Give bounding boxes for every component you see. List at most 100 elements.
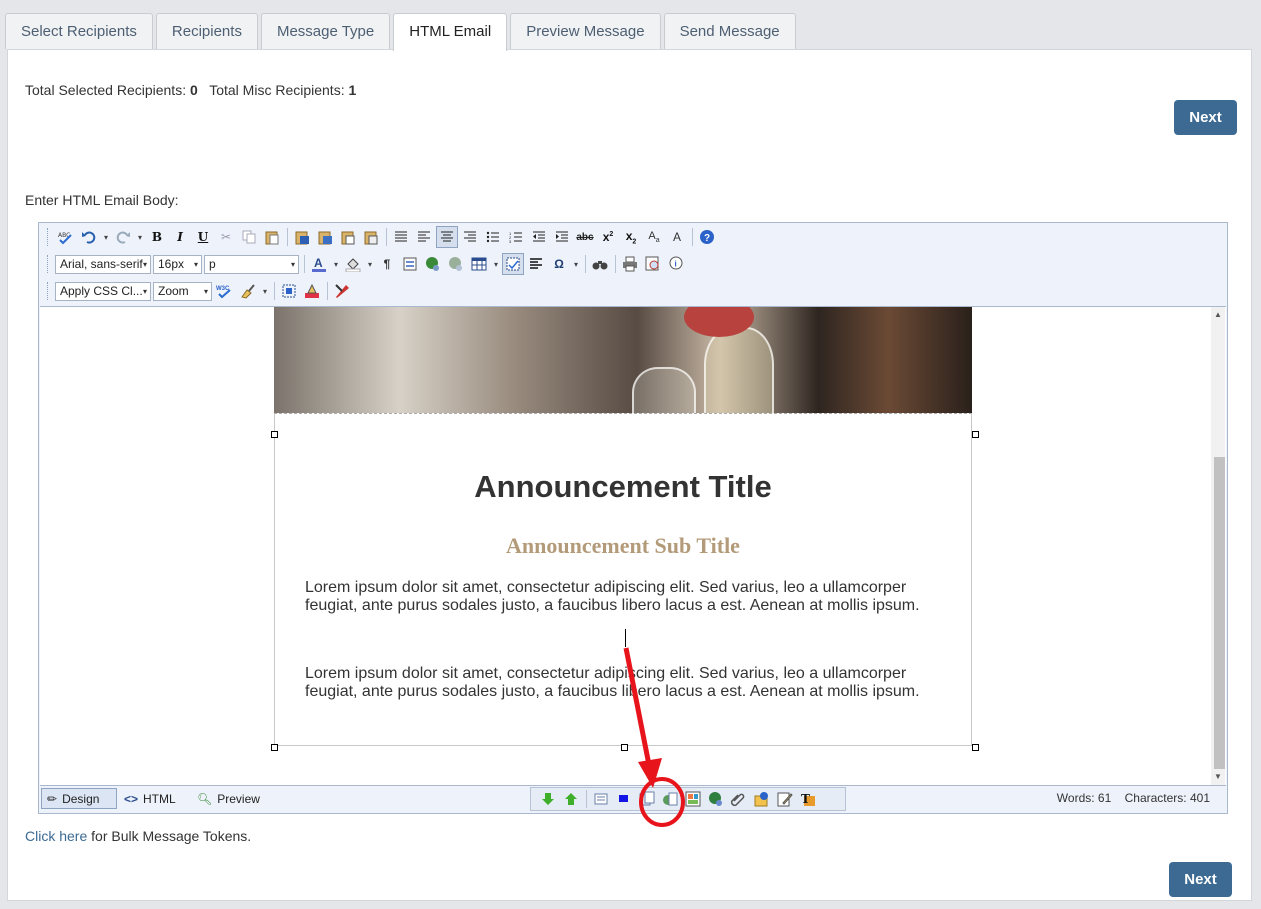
highlight-dropdown-icon[interactable]: ▾ xyxy=(365,253,375,275)
highlight-color-icon[interactable] xyxy=(342,253,364,275)
web-link-icon[interactable] xyxy=(705,788,727,810)
font-color-icon[interactable]: A xyxy=(308,253,330,275)
preview-mode-button[interactable]: 🔍︎ Preview xyxy=(192,788,272,809)
insert-module-icon[interactable] xyxy=(636,788,658,810)
redo-dropdown-icon[interactable]: ▾ xyxy=(135,226,145,248)
scroll-up-icon[interactable]: ▲ xyxy=(1214,310,1222,319)
numbered-list-icon[interactable]: 123 xyxy=(505,226,527,248)
font-family-select[interactable]: Arial, sans-serif ▾ xyxy=(55,254,151,274)
resize-handle[interactable] xyxy=(972,431,979,438)
bold-icon[interactable]: B xyxy=(146,226,168,248)
find-replace-icon[interactable] xyxy=(589,253,611,275)
xhtml-validator-icon[interactable] xyxy=(331,280,353,302)
print-preview-icon[interactable] xyxy=(642,253,664,275)
tab-send-message[interactable]: Send Message xyxy=(663,13,796,49)
special-char-icon[interactable]: Ω xyxy=(548,253,570,275)
misc-recipients-value: 1 xyxy=(348,82,357,98)
toolbar-row-3: Apply CSS Cl... ▾ Zoom ▾ W3C ▾ xyxy=(43,279,354,303)
scroll-thumb[interactable] xyxy=(1214,457,1225,769)
image-map-icon[interactable] xyxy=(659,788,681,810)
tab-html-email[interactable]: HTML Email xyxy=(393,13,508,51)
scroll-down-icon[interactable]: ▼ xyxy=(1214,772,1222,781)
subscript-icon[interactable]: x2 xyxy=(620,226,642,248)
properties-icon[interactable] xyxy=(590,788,612,810)
outdent-icon[interactable] xyxy=(528,226,550,248)
convert-case-icon[interactable]: Aa xyxy=(643,226,665,248)
font-size-select[interactable]: 16px ▾ xyxy=(153,254,202,274)
align-left-icon[interactable] xyxy=(413,226,435,248)
paste-word-clean-icon[interactable] xyxy=(314,226,336,248)
help-icon[interactable]: ? xyxy=(696,226,718,248)
attachment-icon[interactable] xyxy=(728,788,750,810)
paste-from-word-icon[interactable] xyxy=(291,226,313,248)
editor-content-area[interactable]: Announcement Title Announcement Sub Titl… xyxy=(40,306,1226,786)
paragraph-1[interactable]: Lorem ipsum dolor sit amet, consectetur … xyxy=(305,579,945,615)
move-up-icon[interactable] xyxy=(560,788,582,810)
select-all-icon[interactable] xyxy=(278,280,300,302)
remove-link-icon[interactable] xyxy=(445,253,467,275)
bulk-tokens-link[interactable]: Click here xyxy=(25,828,87,844)
bullet-list-icon[interactable] xyxy=(482,226,504,248)
strikethrough-icon[interactable]: abc xyxy=(574,226,596,248)
template-icon[interactable] xyxy=(682,788,704,810)
about-icon[interactable]: i xyxy=(665,253,687,275)
insert-image-icon[interactable] xyxy=(751,788,773,810)
font-color-dropdown-icon[interactable]: ▾ xyxy=(331,253,341,275)
toolbar-separator xyxy=(585,255,586,273)
zoom-select[interactable]: Zoom ▾ xyxy=(153,281,212,301)
paste-plain-text-icon[interactable] xyxy=(337,226,359,248)
format-cleaner-icon[interactable] xyxy=(237,280,259,302)
spellcheck-icon[interactable]: ABC xyxy=(55,226,77,248)
track-changes-icon[interactable] xyxy=(301,280,323,302)
print-icon[interactable] xyxy=(619,253,641,275)
insert-link-icon[interactable] xyxy=(422,253,444,275)
html-mode-button[interactable]: <> HTML xyxy=(119,788,189,809)
format-cleaner-dropdown-icon[interactable]: ▾ xyxy=(260,280,270,302)
undo-icon[interactable] xyxy=(78,226,100,248)
copy-icon[interactable] xyxy=(238,226,260,248)
tab-message-type[interactable]: Message Type xyxy=(260,13,391,49)
redo-icon[interactable] xyxy=(112,226,134,248)
resize-handle[interactable] xyxy=(271,431,278,438)
tab-select-recipients[interactable]: Select Recipients xyxy=(5,13,153,49)
announcement-block[interactable]: Announcement Title Announcement Sub Titl… xyxy=(274,413,972,746)
edit-document-icon[interactable] xyxy=(774,788,796,810)
underline-icon[interactable]: U xyxy=(192,226,214,248)
paragraph-align-icon[interactable] xyxy=(525,253,547,275)
next-button-bottom[interactable]: Next xyxy=(1169,862,1232,897)
editor-scrollbar[interactable]: ▲ ▼ xyxy=(1211,307,1225,785)
tab-recipients[interactable]: Recipients xyxy=(155,13,258,49)
announcement-title[interactable]: Announcement Title xyxy=(275,469,971,505)
tab-preview-message[interactable]: Preview Message xyxy=(510,13,661,49)
indent-icon[interactable] xyxy=(551,226,573,248)
format-block-select[interactable]: p ▾ xyxy=(204,254,299,274)
cut-icon[interactable]: ✂ xyxy=(215,226,237,248)
announcement-subtitle[interactable]: Announcement Sub Title xyxy=(275,533,971,559)
undo-dropdown-icon[interactable]: ▾ xyxy=(101,226,111,248)
clear-formatting-icon[interactable]: A xyxy=(666,226,688,248)
justify-full-icon[interactable] xyxy=(390,226,412,248)
special-char-dropdown-icon[interactable]: ▾ xyxy=(571,253,581,275)
superscript-icon[interactable]: x2 xyxy=(597,226,619,248)
design-mode-button[interactable]: ✏ Design xyxy=(41,788,117,809)
paste-icon[interactable] xyxy=(261,226,283,248)
resize-handle[interactable] xyxy=(271,744,278,751)
move-down-icon[interactable] xyxy=(537,788,559,810)
align-right-icon[interactable] xyxy=(459,226,481,248)
w3c-validate-icon[interactable]: W3C xyxy=(214,280,236,302)
insert-table-dropdown-icon[interactable]: ▾ xyxy=(491,253,501,275)
insert-form-icon[interactable] xyxy=(399,253,421,275)
italic-icon[interactable]: I xyxy=(169,226,191,248)
insert-table-icon[interactable] xyxy=(468,253,490,275)
token-icon[interactable]: T xyxy=(797,788,819,810)
css-class-select[interactable]: Apply CSS Cl... ▾ xyxy=(55,281,151,301)
paragraph-2[interactable]: Lorem ipsum dolor sit amet, consectetur … xyxy=(305,665,945,701)
resize-handle[interactable] xyxy=(621,744,628,751)
resize-handle[interactable] xyxy=(972,744,979,751)
paragraph-mark-icon[interactable]: ¶ xyxy=(376,253,398,275)
paste-as-html-icon[interactable] xyxy=(360,226,382,248)
toggle-borders-icon[interactable] xyxy=(502,253,524,275)
color-block-icon[interactable] xyxy=(613,788,635,810)
align-center-icon[interactable] xyxy=(436,226,458,248)
next-button-top[interactable]: Next xyxy=(1174,100,1237,135)
